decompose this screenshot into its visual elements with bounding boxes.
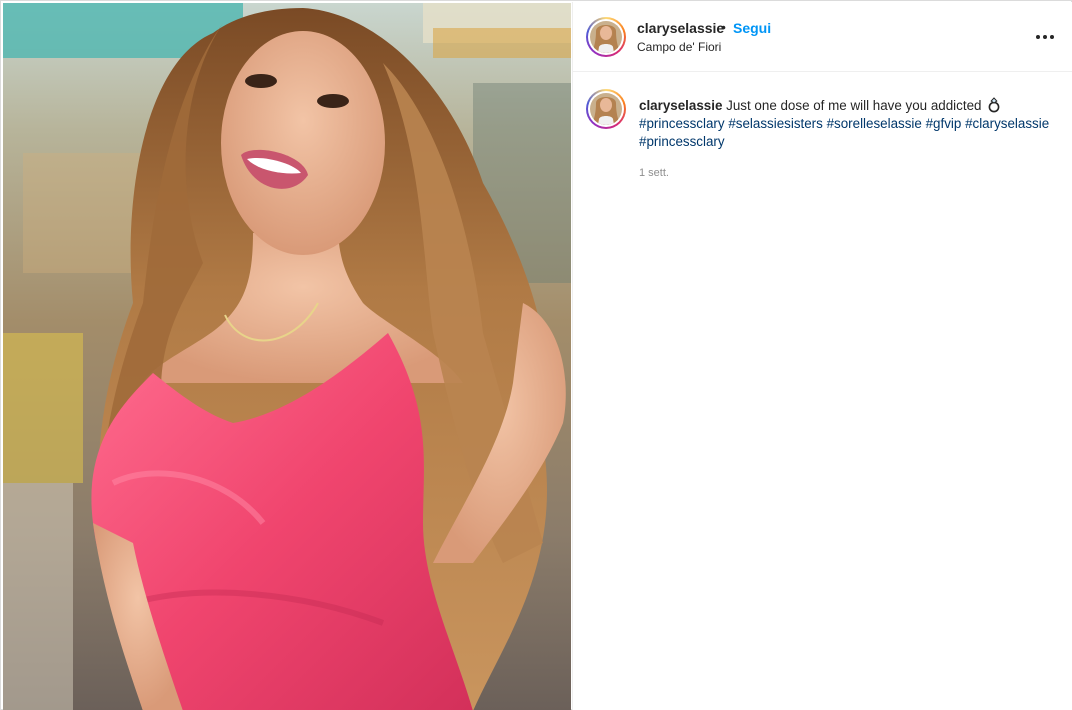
header-separator: •: [721, 19, 726, 35]
post-header: claryselassie • Segui Campo de' Fiori: [573, 2, 1072, 72]
avatar[interactable]: [586, 17, 626, 57]
header-username[interactable]: claryselassie: [637, 20, 724, 36]
hashtag-link[interactable]: #princessclary: [639, 116, 725, 131]
caption-username[interactable]: claryselassie: [639, 98, 722, 113]
location-link[interactable]: Campo de' Fiori: [637, 40, 721, 54]
hashtag-link[interactable]: #selassiesisters: [728, 116, 823, 131]
post-side-panel: claryselassie • Segui Campo de' Fiori cl…: [572, 2, 1072, 710]
ring-icon: [988, 97, 1000, 113]
hashtag-link[interactable]: #sorelleselassie: [827, 116, 922, 131]
caption-avatar-illustration: [590, 93, 622, 125]
post-timestamp[interactable]: 1 sett.: [639, 167, 669, 179]
post-frame: claryselassie • Segui Campo de' Fiori cl…: [0, 0, 1072, 710]
caption-avatar-image: [590, 93, 622, 125]
caption-body: claryselassie Just one dose of me will h…: [639, 97, 1059, 151]
avatar-image: [590, 21, 622, 53]
hashtag-link[interactable]: #princessclary: [639, 134, 725, 149]
follow-button[interactable]: Segui: [733, 20, 771, 36]
more-horizontal-icon[interactable]: [1033, 26, 1057, 48]
hashtag-link[interactable]: #gfvip: [926, 116, 962, 131]
avatar-illustration: [590, 21, 622, 53]
post-photo-illustration: [3, 3, 571, 710]
caption-text: Just one dose of me will have you addict…: [726, 98, 982, 113]
post-photo[interactable]: [3, 3, 571, 710]
hashtag-link[interactable]: #claryselassie: [965, 116, 1049, 131]
caption-avatar[interactable]: [586, 89, 626, 129]
